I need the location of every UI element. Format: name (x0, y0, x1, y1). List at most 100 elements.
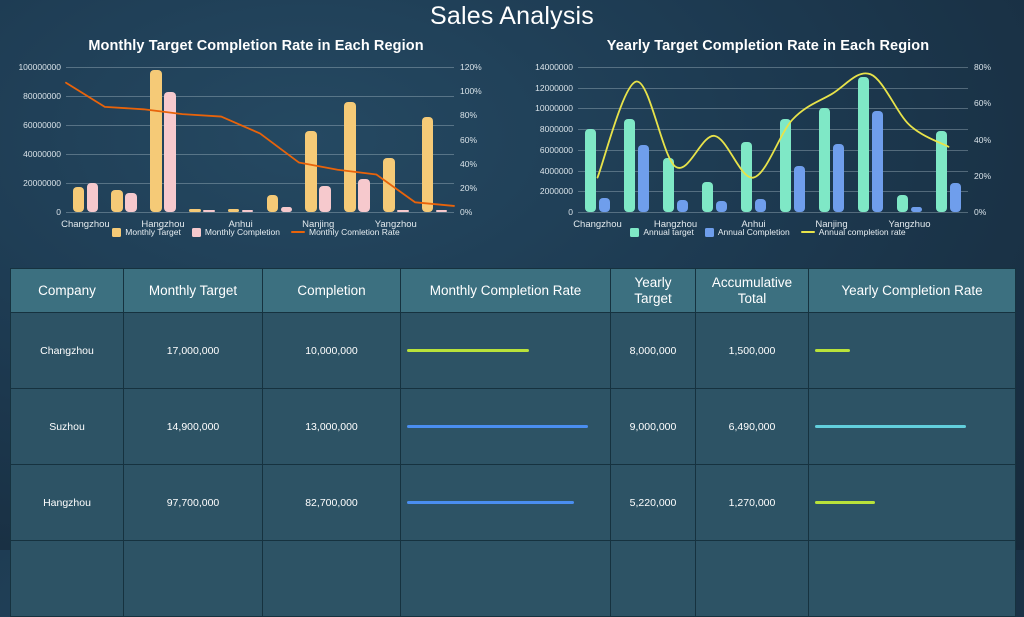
legend-swatch-monthly-target (112, 228, 121, 237)
monthly-y2-tick-label: 40% (460, 160, 477, 169)
monthly-y-tick-label: 60000000 (0, 121, 61, 130)
yearly-plot: 0200000040000006000000800000010000000120… (578, 67, 968, 212)
col-header-yearly-completion-rate[interactable]: Yearly Completion Rate (809, 269, 1016, 313)
yearly-plot-area: 0200000040000006000000800000010000000120… (512, 61, 1024, 226)
cell-yearly-target: 9,000,000 (611, 389, 696, 465)
yearly-y-tick-label: 4000000 (503, 167, 573, 176)
cell-yearly-completion-rate-bar (815, 349, 850, 352)
monthly-y2-tick-label: 120% (460, 63, 482, 72)
cell-monthly-target: 97,700,000 (124, 465, 263, 541)
cell-completion: 82,700,000 (263, 465, 401, 541)
legend-label-annual-target: Annual target (643, 227, 694, 237)
yearly-y-tick-label: 8000000 (503, 125, 573, 134)
cell-empty (696, 541, 809, 617)
legend-item-monthly-rate[interactable]: Monthly Comletion Rate (291, 227, 400, 237)
cell-completion: 13,000,000 (263, 389, 401, 465)
col-header-company[interactable]: Company (11, 269, 124, 313)
yearly-y-tick-label: 6000000 (503, 146, 573, 155)
cell-monthly-completion-rate (401, 313, 611, 389)
col-header-monthly-target[interactable]: Monthly Target (124, 269, 263, 313)
cell-yearly-completion-rate (809, 465, 1016, 541)
cell-accumulative-total: 1,270,000 (696, 465, 809, 541)
col-header-accumulative-total[interactable]: Accumulative Total (696, 269, 809, 313)
col-header-completion[interactable]: Completion (263, 269, 401, 313)
monthly-chart-title: Monthly Target Completion Rate in Each R… (0, 31, 512, 54)
monthly-y-tick-label: 20000000 (0, 179, 61, 188)
sales-table-container: Company Monthly Target Completion Monthl… (10, 268, 1015, 550)
legend-item-annual-rate[interactable]: Annual completion rate (801, 227, 906, 237)
yearly-y-tick-label: 12000000 (503, 84, 573, 93)
table-row[interactable] (11, 541, 1016, 617)
monthly-plot-area: 0 20000000 40000000 60000000 80000000 1000000… (0, 61, 512, 226)
monthly-y-tick-label: 100000000 (0, 63, 61, 72)
cell-monthly-completion-rate-bar (407, 501, 574, 504)
cell-empty (401, 541, 611, 617)
cell-monthly-completion-rate (401, 389, 611, 465)
yearly-y-tick-label: 10000000 (503, 104, 573, 113)
yearly-y2-tick-label: 20% (974, 172, 991, 181)
legend-swatch-monthly-completion (192, 228, 201, 237)
table-row[interactable]: Changzhou17,000,00010,000,0008,000,0001,… (11, 313, 1016, 389)
yearly-gridline (578, 212, 968, 213)
cell-accumulative-total: 6,490,000 (696, 389, 809, 465)
cell-yearly-completion-rate-bar (815, 501, 875, 504)
monthly-y2-tick-label: 0% (460, 208, 472, 217)
legend-item-monthly-target[interactable]: Monthly Target (112, 227, 181, 237)
cell-yearly-target: 5,220,000 (611, 465, 696, 541)
monthly-rate-line (66, 67, 454, 212)
cell-completion: 10,000,000 (263, 313, 401, 389)
legend-item-monthly-completion[interactable]: Monthly Completion (192, 227, 280, 237)
monthly-y-tick-label: 40000000 (0, 150, 61, 159)
yearly-chart-panel: Yearly Target Completion Rate in Each Re… (512, 31, 1024, 259)
cell-empty (809, 541, 1016, 617)
table-row[interactable]: Suzhou14,900,00013,000,0009,000,0006,490… (11, 389, 1016, 465)
legend-label-monthly-completion: Monthly Completion (205, 227, 280, 237)
yearly-y-tick-label: 0 (503, 208, 573, 217)
legend-label-annual-rate: Annual completion rate (819, 227, 906, 237)
cell-monthly-completion-rate (401, 465, 611, 541)
col-header-accumulative-line2: Total (738, 291, 767, 306)
table-row[interactable]: Hangzhou97,700,00082,700,000 5,220,0001,2… (11, 465, 1016, 541)
monthly-y-tick-label: 0 (0, 208, 61, 217)
cell-empty (611, 541, 696, 617)
table-body: Changzhou17,000,00010,000,0008,000,0001,… (11, 313, 1016, 617)
cell-yearly-completion-rate (809, 313, 1016, 389)
page-title: Sales Analysis (0, 0, 1024, 31)
cell-monthly-target: 14,900,000 (124, 389, 263, 465)
legend-label-monthly-target: Monthly Target (125, 227, 181, 237)
cell-empty (124, 541, 263, 617)
yearly-y2-tick-label: 40% (974, 136, 991, 145)
yearly-legend: Annual target Annual Completion Annual c… (512, 227, 1024, 237)
charts-row: Monthly Target Completion Rate in Each R… (0, 31, 1024, 259)
legend-label-annual-completion: Annual Completion (718, 227, 790, 237)
cell-monthly-target: 17,000,000 (124, 313, 263, 389)
legend-item-annual-completion[interactable]: Annual Completion (705, 227, 790, 237)
monthly-y2-tick-label: 60% (460, 136, 477, 145)
yearly-y2-tick-label: 60% (974, 99, 991, 108)
monthly-y-tick-label: 80000000 (0, 92, 61, 101)
yearly-y2-tick-label: 0% (974, 208, 986, 217)
cell-company: Changzhou (11, 313, 124, 389)
yearly-rate-line (578, 67, 968, 212)
col-header-yearly-target[interactable]: Yearly Target (611, 269, 696, 313)
cell-yearly-completion-rate-bar (815, 425, 966, 428)
legend-item-annual-target[interactable]: Annual target (630, 227, 694, 237)
legend-swatch-annual-target (630, 228, 639, 237)
cell-monthly-completion-rate-bar (407, 349, 529, 352)
col-header-monthly-completion-rate[interactable]: Monthly Completion Rate (401, 269, 611, 313)
yearly-chart-title: Yearly Target Completion Rate in Each Re… (512, 31, 1024, 54)
legend-swatch-monthly-rate (291, 231, 305, 233)
col-header-accumulative-line1: Accumulative (712, 275, 792, 290)
monthly-plot: 0200000004000000060000000800000001000000… (66, 67, 454, 212)
cell-company: Hangzhou (11, 465, 124, 541)
monthly-y2-tick-label: 80% (460, 111, 477, 120)
monthly-y2-tick-label: 100% (460, 87, 482, 96)
yearly-y2-tick-label: 80% (974, 63, 991, 72)
monthly-gridline (66, 212, 454, 213)
table-header-row: Company Monthly Target Completion Monthl… (11, 269, 1016, 313)
cell-empty (11, 541, 124, 617)
monthly-legend: Monthly Target Monthly Completion Monthl… (0, 227, 512, 237)
col-header-yearly-target-line2: Target (634, 291, 672, 306)
yearly-y-tick-label: 14000000 (503, 63, 573, 72)
cell-yearly-completion-rate (809, 389, 1016, 465)
